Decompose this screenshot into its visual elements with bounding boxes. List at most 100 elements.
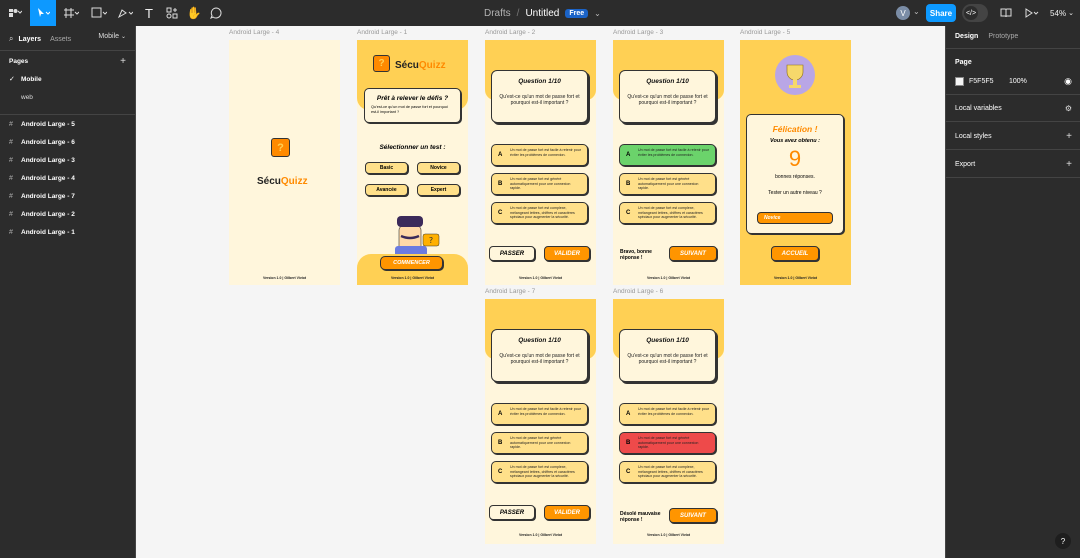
answer-option-b[interactable]: B Un mot de passe fort est généré automat… xyxy=(491,173,588,195)
answer-option-c[interactable]: C Un mot de passe fort est complexe, méla… xyxy=(619,461,716,483)
tab-prototype[interactable]: Prototype xyxy=(988,33,1018,40)
frame-icon: # xyxy=(9,228,13,236)
validate-button[interactable]: VALIDER xyxy=(544,246,590,261)
answer-option-b-wrong[interactable]: B Un mot de passe fort est généré automat… xyxy=(619,432,716,454)
skip-button[interactable]: PASSER xyxy=(489,246,535,261)
frame-android-large-7[interactable]: Question 1/10 Qu'est-ce qu'un mot de pas… xyxy=(485,299,596,544)
section-label: Local variables xyxy=(955,105,1002,112)
answer-text: Un mot de passe fort est complexe, mélan… xyxy=(638,206,703,220)
text-tool-icon[interactable]: T xyxy=(140,0,158,26)
help-icon[interactable]: ? xyxy=(1055,533,1071,549)
search-icon[interactable]: ⌕ xyxy=(9,34,13,44)
frame-android-large-4[interactable]: ? SécuQuizz Version 1.0 | Gilbert Viviot xyxy=(229,40,340,285)
chevron-down-icon[interactable]: ⌄ xyxy=(594,9,601,18)
level-button-expert[interactable]: Expert xyxy=(417,184,460,196)
validate-button[interactable]: VALIDER xyxy=(544,505,590,520)
home-button[interactable]: ACCUEIL xyxy=(771,246,819,261)
start-button[interactable]: COMMENCER xyxy=(380,256,443,270)
add-page-icon[interactable]: + xyxy=(120,56,126,67)
tab-design[interactable]: Design xyxy=(955,33,978,40)
page-item-mobile[interactable]: ✓ Mobile xyxy=(9,73,126,85)
play-icon[interactable] xyxy=(1023,0,1041,26)
layer-item-android-large-4[interactable]: # Android Large - 4 xyxy=(9,172,126,184)
layer-item-android-large-1[interactable]: # Android Large - 1 xyxy=(9,226,126,238)
answer-option-b[interactable]: B Un mot de passe fort est généré automat… xyxy=(491,432,588,454)
resources-icon[interactable] xyxy=(163,0,181,26)
frame-tool-icon[interactable] xyxy=(60,0,82,26)
app-name: SécuQuizz xyxy=(257,176,308,187)
frame-label[interactable]: Android Large - 3 xyxy=(613,29,663,36)
answer-option-c[interactable]: C Un mot de passe fort est complexe, méla… xyxy=(491,202,588,224)
layer-item-android-large-6[interactable]: # Android Large - 6 xyxy=(9,136,126,148)
frame-android-large-6[interactable]: Question 1/10 Qu'est-ce qu'un mot de pas… xyxy=(613,299,724,544)
answer-option-a[interactable]: A Un mot de passe fort est facile à reten… xyxy=(491,403,588,425)
answer-option-a[interactable]: A Un mot de passe fort est facile à reten… xyxy=(491,144,588,166)
congrats-title: Félication ! xyxy=(772,124,818,134)
version-text: Version 1.0 | Gilbert Viviot xyxy=(518,533,563,537)
skip-button[interactable]: PASSER xyxy=(489,505,535,520)
page-item-web[interactable]: web xyxy=(9,91,126,103)
frame-label[interactable]: Android Large - 6 xyxy=(613,288,663,295)
layer-item-android-large-3[interactable]: # Android Large - 3 xyxy=(9,154,126,166)
frame-android-large-2[interactable]: Question 1/10 Qu'est-ce qu'un mot de pas… xyxy=(485,40,596,285)
color-swatch[interactable] xyxy=(955,77,964,86)
frame-android-large-3[interactable]: Question 1/10 Qu'est-ce qu'un mot de pas… xyxy=(613,40,724,285)
frame-android-large-5[interactable]: Félication ! Vous avez obtenu : 9 bonnes… xyxy=(740,40,851,285)
answer-option-c[interactable]: C Un mot de passe fort est complexe, méla… xyxy=(619,202,716,224)
frame-label[interactable]: Android Large - 1 xyxy=(357,29,407,36)
answer-option-b[interactable]: B Un mot de passe fort est généré automat… xyxy=(619,173,716,195)
divider xyxy=(946,94,1080,95)
frame-label[interactable]: Android Large - 4 xyxy=(229,29,279,36)
breadcrumb-drafts[interactable]: Drafts xyxy=(484,8,511,19)
answer-option-a[interactable]: A Un mot de passe fort est facile à reten… xyxy=(619,403,716,425)
answer-letter: B xyxy=(626,181,631,187)
frame-icon: # xyxy=(9,210,13,218)
answer-option-c[interactable]: C Un mot de passe fort est complexe, méla… xyxy=(491,461,588,483)
frame-android-large-1[interactable]: ? SécuQuizz Prêt à relever le défis ? Qu… xyxy=(357,40,468,285)
zoom-control[interactable]: 54% ⌄ xyxy=(1048,0,1076,26)
level-button-avancee[interactable]: Avancée xyxy=(365,184,408,196)
bg-color-hex[interactable]: F5F5F5 xyxy=(969,78,1009,85)
select-test-title: Sélectionner un test : xyxy=(379,144,446,151)
dev-mode-toggle[interactable]: </> xyxy=(962,4,988,22)
hand-tool-icon[interactable]: ✋ xyxy=(185,0,203,26)
layer-item-android-large-7[interactable]: # Android Large - 7 xyxy=(9,190,126,202)
move-tool-icon[interactable] xyxy=(30,0,56,26)
page-selector[interactable]: Mobile ⌄ xyxy=(98,33,126,40)
level-select[interactable]: Novice xyxy=(757,212,833,224)
answer-text: Un mot de passe fort est facile à reteni… xyxy=(638,148,709,157)
answer-letter: B xyxy=(498,181,503,187)
local-variables-section[interactable]: Local variables ⚙ xyxy=(955,104,1072,113)
level-button-basic[interactable]: Basic xyxy=(365,162,408,174)
design-canvas[interactable]: Android Large - 4 Android Large - 1 Andr… xyxy=(136,26,945,558)
pen-tool-icon[interactable] xyxy=(114,0,136,26)
tab-assets[interactable]: Assets xyxy=(50,36,71,43)
local-styles-section[interactable]: Local styles + xyxy=(955,131,1072,142)
frame-label[interactable]: Android Large - 2 xyxy=(485,29,535,36)
comment-icon[interactable] xyxy=(207,0,225,26)
next-button[interactable]: SUIVANT xyxy=(669,508,717,523)
frame-label[interactable]: Android Large - 5 xyxy=(740,29,790,36)
settings-sliders-icon[interactable]: ⚙ xyxy=(1065,104,1072,113)
answer-letter: B xyxy=(498,440,503,446)
add-icon[interactable]: + xyxy=(1066,159,1072,170)
shape-tool-icon[interactable] xyxy=(88,0,110,26)
book-icon[interactable] xyxy=(998,0,1014,26)
file-title[interactable]: Untitled xyxy=(525,8,559,19)
tab-layers[interactable]: Layers xyxy=(18,36,41,43)
frame-label[interactable]: Android Large - 7 xyxy=(485,288,535,295)
bg-opacity[interactable]: 100% xyxy=(1009,78,1027,85)
eye-icon[interactable]: ◉ xyxy=(1064,76,1072,87)
share-button[interactable]: Share xyxy=(926,4,956,22)
add-icon[interactable]: + xyxy=(1066,131,1072,142)
next-button[interactable]: SUIVANT xyxy=(669,246,717,261)
layer-item-android-large-5[interactable]: # Android Large - 5 xyxy=(9,118,126,130)
layer-item-android-large-2[interactable]: # Android Large - 2 xyxy=(9,208,126,220)
level-button-novice[interactable]: Novice xyxy=(417,162,460,174)
figma-menu-icon[interactable] xyxy=(4,0,26,26)
export-section[interactable]: Export + xyxy=(955,159,1072,170)
chevron-down-icon[interactable]: ⌄ xyxy=(913,7,920,16)
avatar[interactable]: V xyxy=(896,6,910,20)
page-background-row[interactable]: F5F5F5 100% ◉ xyxy=(955,76,1072,87)
answer-option-a-correct[interactable]: A Un mot de passe fort est facile à reten… xyxy=(619,144,716,166)
